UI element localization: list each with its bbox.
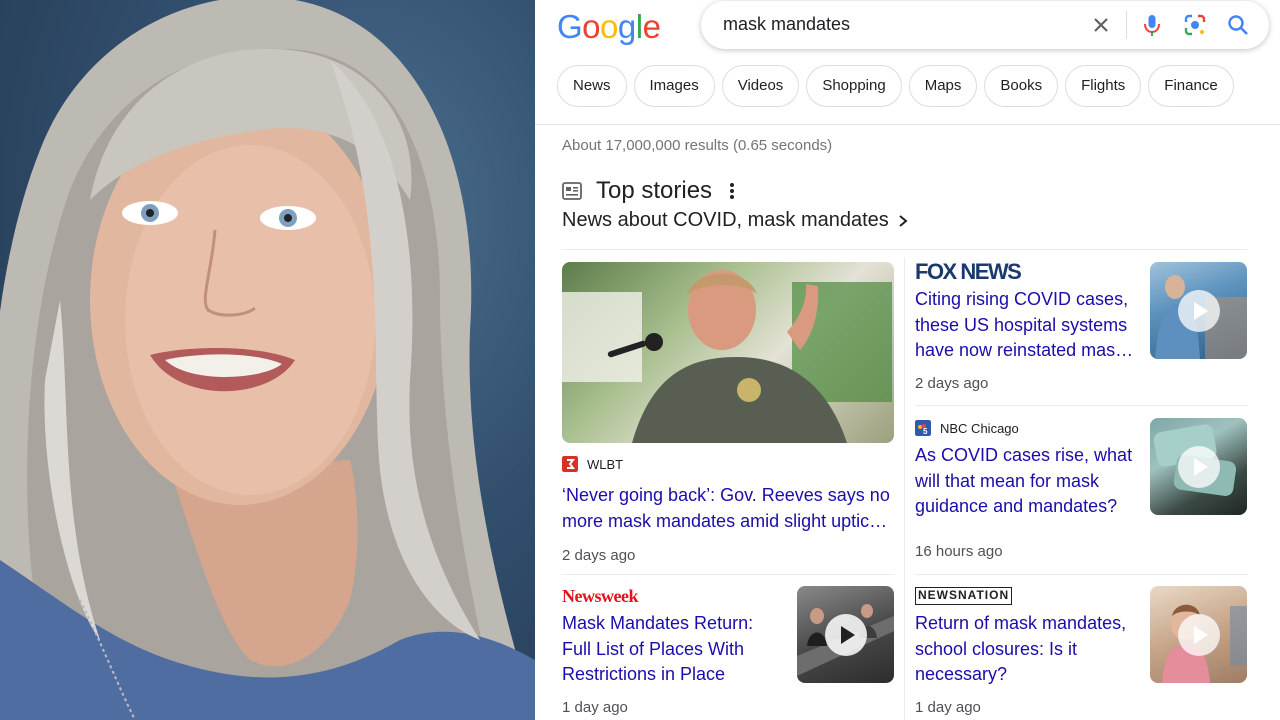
- story-source: WLBT: [562, 454, 894, 474]
- play-icon: [1177, 613, 1220, 656]
- tab-books[interactable]: Books: [984, 65, 1059, 107]
- tabs-divider: [535, 124, 1280, 125]
- google-logo[interactable]: Google: [557, 8, 661, 46]
- portrait-illustration: [0, 0, 535, 720]
- top-stories-title: Top stories: [596, 177, 713, 204]
- newsnation-logo: NEWSNATION: [915, 587, 1013, 605]
- logo-letter: G: [557, 8, 583, 45]
- story-headline[interactable]: Citing rising COVID cases, these US hosp…: [915, 287, 1135, 364]
- story-headline[interactable]: Mask Mandates Return: Full List of Place…: [562, 611, 784, 688]
- story-card[interactable]: WLBT ‘Never going back’: Gov. Reeves say…: [562, 262, 894, 564]
- governor-photo: [562, 270, 892, 443]
- result-stats: About 17,000,000 results (0.65 seconds): [562, 137, 833, 154]
- story-headline[interactable]: As COVID cases rise, what will that mean…: [915, 443, 1135, 520]
- tab-finance[interactable]: Finance: [1148, 65, 1234, 107]
- wlbt-logo-icon: [562, 456, 578, 472]
- story-video-thumbnail[interactable]: [797, 586, 894, 683]
- story-card[interactable]: Newsweek Mask Mandates Return: Full List…: [562, 586, 894, 720]
- logo-letter: o: [582, 8, 601, 45]
- story-age: 1 day ago: [915, 699, 981, 716]
- lens-icon[interactable]: [1181, 11, 1209, 39]
- section-divider: [562, 249, 1247, 250]
- search-input[interactable]: mask mandates: [723, 14, 850, 35]
- close-icon[interactable]: [1087, 11, 1115, 39]
- source-name: NBC Chicago: [940, 420, 1019, 436]
- top-stories-subtitle: News about COVID, mask mandates: [562, 209, 889, 231]
- play-icon: [1177, 445, 1220, 488]
- search-icon[interactable]: [1224, 11, 1252, 39]
- story-video-thumbnail[interactable]: [1150, 418, 1247, 515]
- searchbox-divider: [1126, 11, 1127, 39]
- story-age: 1 day ago: [562, 699, 628, 716]
- search-tabs: News Images Videos Shopping Maps Books F…: [557, 65, 1234, 107]
- tab-news[interactable]: News: [557, 65, 627, 107]
- story-divider: [915, 574, 1248, 575]
- story-video-thumbnail[interactable]: [1150, 262, 1247, 359]
- tab-flights[interactable]: Flights: [1065, 65, 1142, 107]
- newspaper-icon: [562, 182, 582, 200]
- logo-letter: o: [600, 8, 618, 45]
- play-icon: [824, 613, 867, 656]
- source-name: WLBT: [587, 456, 624, 472]
- tab-shopping[interactable]: Shopping: [806, 65, 902, 107]
- tab-videos[interactable]: Videos: [721, 65, 800, 107]
- top-stories-header: Top stories: [562, 177, 735, 205]
- tab-maps[interactable]: Maps: [908, 65, 978, 107]
- svg-text:5: 5: [923, 427, 928, 436]
- story-headline[interactable]: ‘Never going back’: Gov. Reeves says no …: [562, 483, 894, 534]
- chevron-right-icon: [899, 214, 908, 227]
- story-age: 16 hours ago: [915, 543, 1003, 560]
- logo-letter: l: [635, 8, 643, 45]
- play-icon: [1177, 289, 1220, 332]
- story-card[interactable]: FOX NEWS Citing rising COVID cases, thes…: [915, 261, 1248, 392]
- story-age: 2 days ago: [915, 375, 989, 392]
- logo-letter: g: [617, 8, 636, 45]
- story-video-thumbnail[interactable]: [1150, 586, 1247, 683]
- column-divider: [904, 257, 905, 720]
- search-box[interactable]: mask mandates: [701, 1, 1269, 49]
- story-headline[interactable]: Return of mask mandates, school closures…: [915, 611, 1135, 688]
- story-divider: [562, 574, 894, 575]
- story-image: [562, 262, 894, 443]
- tab-images[interactable]: Images: [633, 65, 715, 107]
- portrait-photo: [0, 0, 535, 720]
- search-results-page: Google mask mandates News Images Videos …: [535, 0, 1280, 720]
- mic-icon[interactable]: [1138, 11, 1166, 39]
- nbc-logo-icon: 5: [915, 420, 931, 436]
- story-age: 2 days ago: [562, 547, 636, 564]
- more-options-icon[interactable]: [730, 183, 735, 199]
- story-divider: [915, 405, 1248, 406]
- story-card[interactable]: 5 NBC Chicago As COVID cases rise, what …: [915, 418, 1248, 563]
- logo-letter: e: [642, 8, 661, 45]
- top-stories-subtitle-link[interactable]: News about COVID, mask mandates: [562, 209, 909, 232]
- story-card[interactable]: NEWSNATION Return of mask mandates, scho…: [915, 586, 1248, 720]
